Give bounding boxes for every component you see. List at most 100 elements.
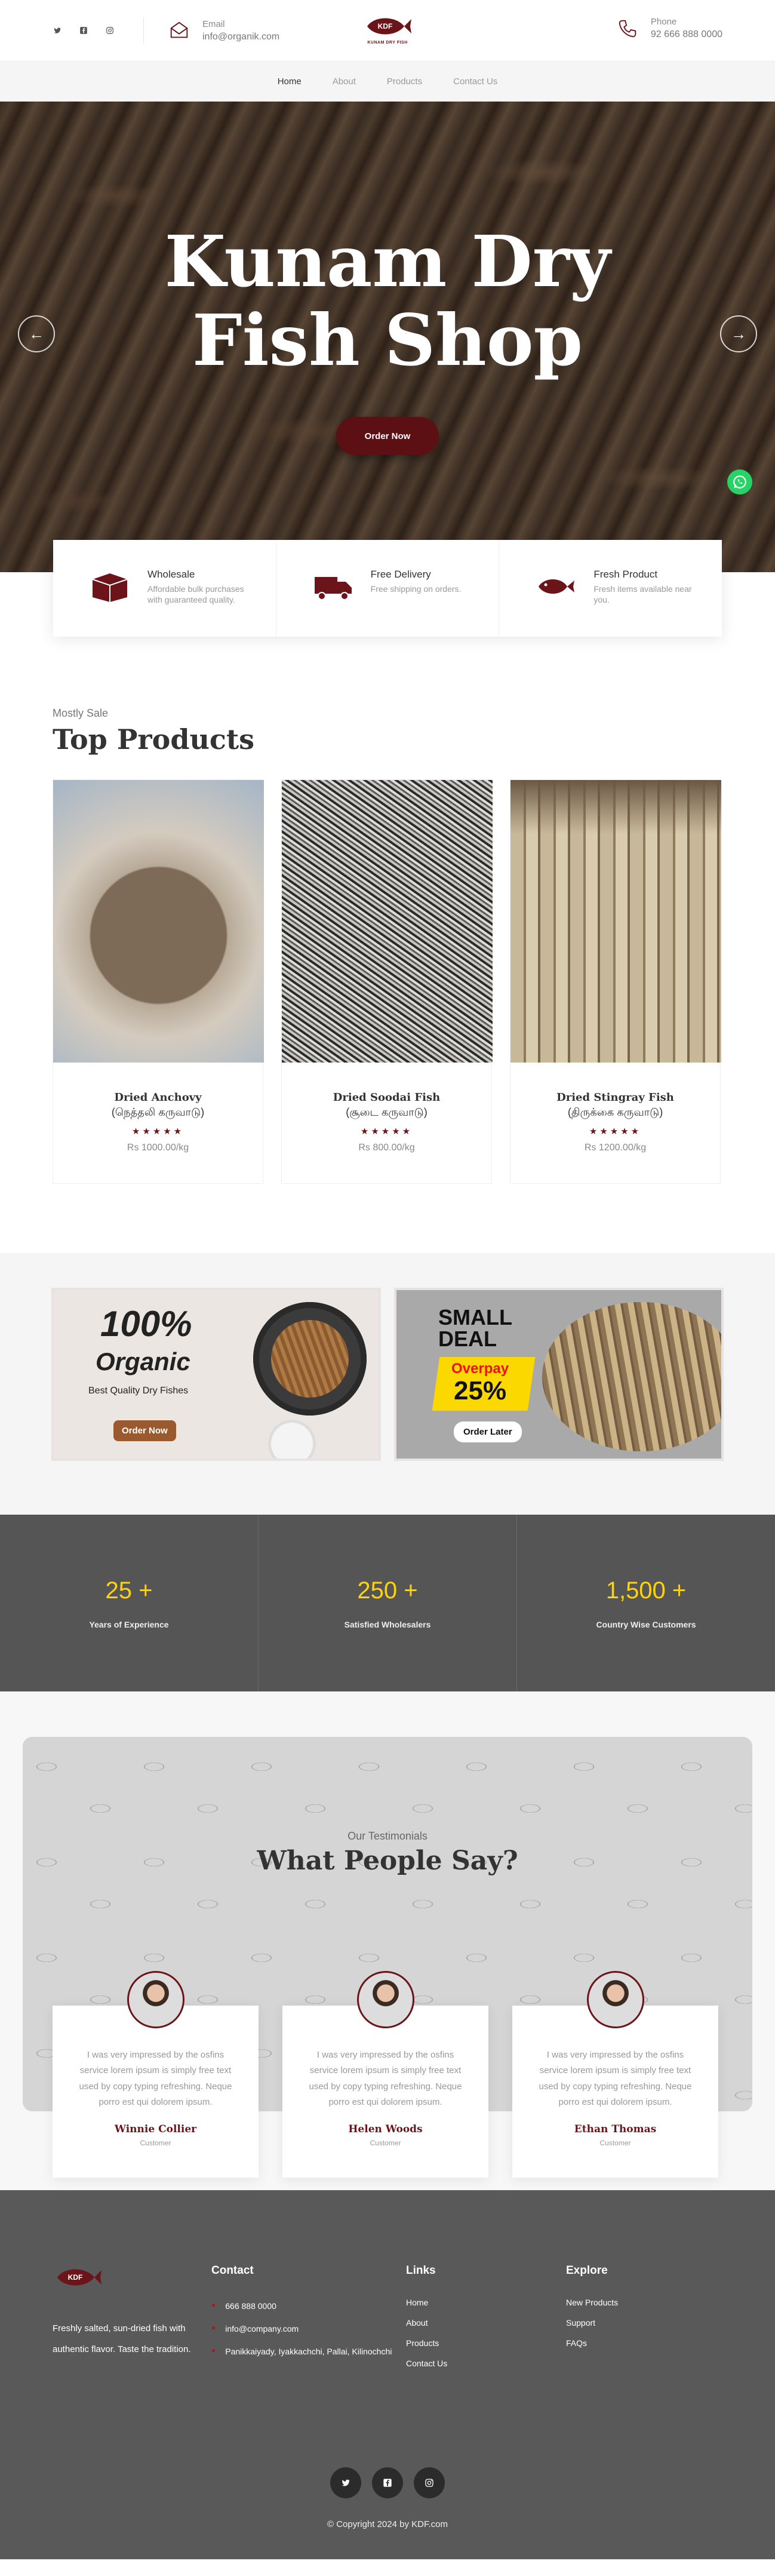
deal-banner[interactable]: SMALL DEAL Overpay 25% Order Later: [394, 1288, 724, 1461]
product-card[interactable]: Dried Soodai Fish (சூடை கருவாடு) ★★★★★ R…: [281, 779, 493, 1184]
pan-image: [253, 1302, 367, 1416]
nav-contact[interactable]: Contact Us: [453, 76, 497, 87]
product-price: Rs 1000.00/kg: [127, 1143, 189, 1153]
feature-desc: Free shipping on orders.: [370, 584, 462, 594]
stat-label: Years of Experience: [89, 1619, 169, 1629]
footer-link-products[interactable]: Products: [406, 2338, 566, 2348]
svg-text:KDF: KDF: [378, 22, 393, 30]
organic-percent: 100%: [100, 1304, 192, 1344]
product-image[interactable]: [510, 780, 721, 1063]
stat-item: 250 + Satisfied Wholesalers: [259, 1515, 517, 1691]
footer-link-faqs[interactable]: FAQs: [566, 2338, 618, 2348]
header-divider: [143, 17, 144, 44]
twitter-icon[interactable]: [53, 26, 62, 35]
testimonial-name: Helen Woods: [348, 2123, 423, 2135]
stat-label: Country Wise Customers: [596, 1619, 696, 1629]
stat-item: 1,500 + Country Wise Customers: [517, 1515, 775, 1691]
footer-link-about[interactable]: About: [406, 2318, 566, 2328]
footer-links: Links Home About Products Contact Us: [406, 2264, 566, 2379]
facebook-icon[interactable]: [372, 2467, 403, 2498]
phone-value[interactable]: 92 666 888 0000: [651, 29, 722, 40]
features-bar: Wholesale Affordable bulk purchases with…: [53, 540, 722, 637]
product-tamil-name: (நெத்தலி கருவாடு): [111, 1106, 205, 1118]
feature-desc: Affordable bulk purchases with guarantee…: [147, 584, 244, 604]
phone-label: Phone: [650, 17, 677, 27]
fish-icon: [539, 579, 575, 594]
organic-word: Organic: [96, 1347, 190, 1375]
footer-email[interactable]: ● info@company.com: [211, 2320, 406, 2337]
testimonial-card: I was very impressed by the osfins servi…: [282, 1971, 488, 2178]
testimonial-card: I was very impressed by the osfins servi…: [53, 1971, 259, 2178]
email-value[interactable]: info@organik.com: [202, 32, 279, 42]
stat-number: 25 +: [105, 1577, 153, 1604]
testimonial-cards: I was very impressed by the osfins servi…: [53, 1971, 718, 2178]
product-tamil-name: (சூடை கருவாடு): [346, 1106, 428, 1118]
email-icon: [168, 19, 190, 42]
product-price: Rs 1200.00/kg: [584, 1143, 647, 1153]
twitter-icon[interactable]: [330, 2467, 361, 2498]
instagram-icon[interactable]: [414, 2467, 445, 2498]
footer-fish-logo-icon[interactable]: KDF: [53, 2264, 103, 2291]
footer-address: ● Panikkaiyady, Iyakkachchi, Pallai, Kili…: [211, 2343, 406, 2360]
header-socials: [53, 26, 115, 35]
products-eyebrow: Mostly Sale: [53, 707, 109, 719]
bowl-image: [271, 1423, 313, 1459]
stats-section: 25 + Years of Experience 250 + Satisfied…: [0, 1515, 775, 1691]
footer-contact-title: Contact: [211, 2264, 254, 2277]
product-card[interactable]: Dried Stingray Fish (திருக்கை கருவாடு) ★…: [510, 779, 721, 1184]
facebook-icon[interactable]: [79, 26, 88, 35]
nav-products[interactable]: Products: [387, 76, 422, 87]
avatar: [356, 1971, 414, 2028]
footer-socials: [330, 2467, 445, 2498]
nav-about[interactable]: About: [333, 76, 356, 87]
order-later-button[interactable]: Order Later: [454, 1421, 522, 1442]
dot-icon: ●: [211, 2301, 216, 2309]
testimonial-name: Ethan Thomas: [574, 2123, 657, 2135]
main-nav: Home About Products Contact Us: [0, 61, 775, 102]
feature-desc: Fresh items available near you.: [593, 584, 692, 604]
feature-delivery: Free Delivery Free shipping on orders.: [276, 540, 500, 637]
organic-order-button[interactable]: Order Now: [113, 1420, 176, 1441]
dot-icon: ●: [211, 2323, 216, 2332]
product-image[interactable]: [53, 780, 264, 1063]
footer-phone[interactable]: ● 666 888 0000: [211, 2298, 406, 2314]
product-name: Dried Stingray Fish: [556, 1091, 674, 1104]
testimonial-name: Winnie Collier: [114, 2123, 197, 2135]
whatsapp-icon[interactable]: [727, 469, 752, 495]
feature-fresh: Fresh Product Fresh items available near…: [499, 540, 722, 637]
footer-about: KDF Freshly salted, sun-dried fish with …: [53, 2264, 211, 2379]
stat-number: 1,500 +: [605, 1577, 687, 1604]
product-tamil-name: (திருக்கை கருவாடு): [567, 1106, 663, 1118]
deal-overpay: Overpay: [451, 1361, 509, 1377]
footer-link-new-products[interactable]: New Products: [566, 2298, 618, 2307]
top-header: Email info@organik.com KDF KUNAM DRY FIS…: [0, 0, 775, 61]
product-image[interactable]: [282, 780, 493, 1063]
products-title: Top Products: [53, 723, 255, 756]
footer-about-text: Freshly salted, sun-dried fish with auth…: [53, 2323, 191, 2354]
rating-stars-icon: ★★★★★: [131, 1126, 184, 1137]
email-label: Email: [202, 19, 225, 29]
footer-explore: Explore New Products Support FAQs: [566, 2264, 618, 2379]
fish-platter-image: [542, 1302, 721, 1451]
slider-prev-arrow-icon[interactable]: ←: [18, 315, 55, 352]
footer-link-support[interactable]: Support: [566, 2318, 618, 2328]
slider-next-arrow-icon[interactable]: →: [720, 315, 757, 352]
stat-item: 25 + Years of Experience: [0, 1515, 259, 1691]
footer-link-home[interactable]: Home: [406, 2298, 566, 2307]
fish-logo-icon: KDF: [367, 18, 411, 35]
site-logo[interactable]: KDF KUNAM DRY FISH: [362, 13, 413, 45]
product-card[interactable]: Dried Anchovy (நெத்தலி கருவாடு) ★★★★★ Rs…: [53, 779, 264, 1184]
feature-wholesale: Wholesale Affordable bulk purchases with…: [53, 540, 276, 637]
organic-banner[interactable]: 100% Organic Best Quality Dry Fishes Ord…: [51, 1288, 381, 1461]
svg-text:KDF: KDF: [68, 2273, 83, 2282]
testimonials-eyebrow: Our Testimonials: [347, 1830, 428, 1842]
nav-home[interactable]: Home: [278, 76, 302, 87]
product-name: Dried Anchovy: [114, 1091, 202, 1104]
instagram-icon[interactable]: [105, 26, 115, 35]
header-phone: Phone 92 666 888 0000: [616, 17, 722, 40]
footer-explore-title: Explore: [566, 2264, 608, 2277]
promo-section: 100% Organic Best Quality Dry Fishes Ord…: [0, 1253, 775, 1515]
testimonial-role: Customer: [370, 2139, 401, 2147]
hero-order-button[interactable]: Order Now: [336, 417, 439, 456]
footer-link-contact[interactable]: Contact Us: [406, 2359, 566, 2368]
